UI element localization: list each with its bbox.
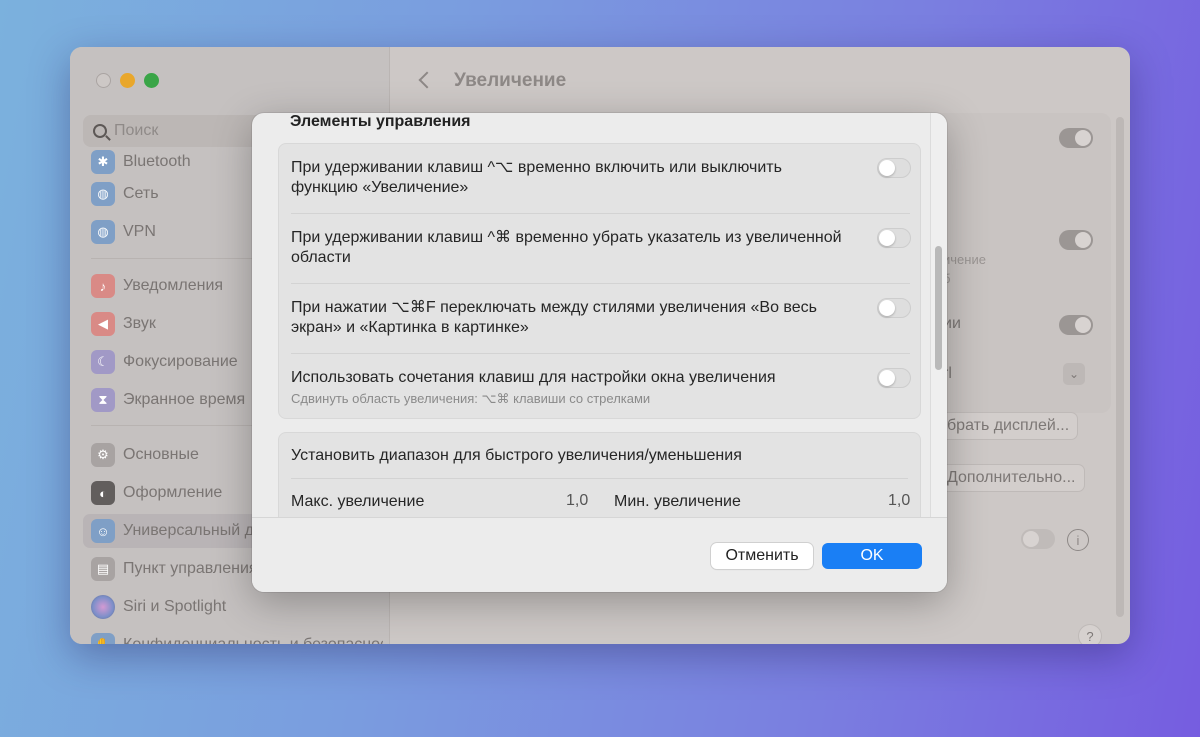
control-label: При удерживании клавиш ^⌥ временно включ…: [291, 159, 782, 196]
sidebar-item-label: Основные: [123, 446, 199, 463]
row-divider: [291, 478, 908, 479]
info-icon[interactable]: i: [1067, 529, 1089, 551]
control-row: Использовать сочетания клавиш для настро…: [279, 354, 922, 420]
sidebar-item-label: Siri и Spotlight: [123, 598, 227, 615]
hourglass-icon: ⧗: [91, 388, 115, 412]
control-row: При удерживании клавиш ^⌘ временно убрат…: [279, 214, 922, 284]
cancel-button[interactable]: Отменить: [711, 543, 813, 569]
sidebar-item-label: Фокусирование: [123, 353, 238, 370]
search-icon: [93, 124, 107, 138]
control-row: При удерживании клавиш ^⌥ временно включ…: [279, 144, 922, 214]
back-chevron-icon[interactable]: [418, 71, 436, 89]
ok-button[interactable]: OK: [822, 543, 922, 569]
dialog-footer: Отменить OK: [252, 517, 947, 592]
scroll-zoom-toggle[interactable]: [1059, 230, 1093, 250]
siri-icon: [91, 595, 115, 619]
zoom-window-button[interactable]: [144, 73, 159, 88]
hide-pointer-toggle[interactable]: [877, 228, 911, 248]
sidebar-item-label: Bluetooth: [123, 153, 191, 170]
min-zoom-value: 1,0: [888, 492, 911, 509]
zoom-window-shortcuts-toggle[interactable]: [877, 368, 911, 388]
hand-icon: ✋: [91, 633, 115, 644]
moon-icon: ☾: [91, 350, 115, 374]
help-icon[interactable]: ?: [1079, 625, 1101, 644]
control-row: При нажатии ⌥⌘F переключать между стилям…: [279, 284, 922, 354]
temporary-zoom-toggle[interactable]: [877, 158, 911, 178]
bg-partial-text: ичение: [943, 252, 986, 267]
control-label: Использовать сочетания клавиш для настро…: [291, 369, 776, 386]
choose-display-button[interactable]: брать дисплей...: [939, 413, 1078, 439]
switch-zoom-style-toggle[interactable]: [877, 298, 911, 318]
globe-icon: ◍: [91, 220, 115, 244]
range-group: Установить диапазон для быстрого увеличе…: [278, 432, 921, 517]
dialog-scrollbar[interactable]: [930, 113, 947, 517]
section-title: Элементы управления: [290, 113, 471, 130]
max-zoom-value: 1,0: [566, 492, 589, 509]
controls-group: При удерживании клавиш ^⌥ временно включ…: [278, 143, 921, 419]
gear-icon: ⚙: [91, 443, 115, 467]
dialog-scroll-area: Элементы управления При удерживании клав…: [252, 113, 947, 517]
min-zoom-label: Мин. увеличение: [614, 493, 741, 510]
sidebar-item-label: Оформление: [123, 484, 223, 501]
max-zoom-label: Макс. увеличение: [291, 493, 425, 510]
speaker-icon: ◀: [91, 312, 115, 336]
hover-text-toggle[interactable]: [1021, 529, 1055, 549]
sidebar-item-label: VPN: [123, 223, 156, 240]
zoom-shortcuts-toggle[interactable]: [1059, 128, 1093, 148]
sidebar-item-siri[interactable]: Siri и Spotlight: [83, 590, 383, 624]
scrollbar-thumb[interactable]: [935, 246, 942, 370]
globe-icon: ◍: [91, 182, 115, 206]
close-window-button[interactable]: [96, 73, 111, 88]
control-label: При нажатии ⌥⌘F переключать между стилям…: [291, 299, 817, 336]
traffic-lights: [96, 73, 159, 88]
sidebar-item-label: Звук: [123, 315, 156, 332]
page-title: Увеличение: [454, 70, 567, 91]
sidebar-item-label: Сеть: [123, 185, 159, 202]
bell-icon: ♪: [91, 274, 115, 298]
sidebar-item-label: Конфиденциальность и безопасность: [123, 636, 383, 644]
range-title: Установить диапазон для быстрого увеличе…: [291, 447, 742, 464]
sidebar-item-label: Уведомления: [123, 277, 224, 294]
sidebar-item-privacy[interactable]: ✋ Конфиденциальность и безопасность: [83, 628, 383, 644]
smooth-images-toggle[interactable]: [1059, 315, 1093, 335]
control-center-icon: ▤: [91, 557, 115, 581]
sidebar-item-label: Пункт управления: [123, 560, 258, 577]
zoom-options-dialog: Элементы управления При удерживании клав…: [252, 113, 947, 592]
minimize-window-button[interactable]: [120, 73, 135, 88]
bluetooth-icon: ✱: [91, 150, 115, 174]
control-subtitle: Сдвинуть область увеличения: ⌥⌘ клавиши …: [291, 391, 651, 406]
search-placeholder: Поиск: [114, 122, 159, 139]
control-label: При удерживании клавиш ^⌘ временно убрат…: [291, 229, 842, 266]
advanced-button[interactable]: Дополнительно...: [939, 465, 1084, 491]
accessibility-icon: ☺: [91, 519, 115, 543]
sidebar-item-label: Экранное время: [123, 391, 246, 408]
chevron-down-icon[interactable]: ⌄: [1063, 363, 1085, 385]
main-scrollbar[interactable]: [1116, 117, 1124, 617]
appearance-icon: ◐: [91, 481, 115, 505]
